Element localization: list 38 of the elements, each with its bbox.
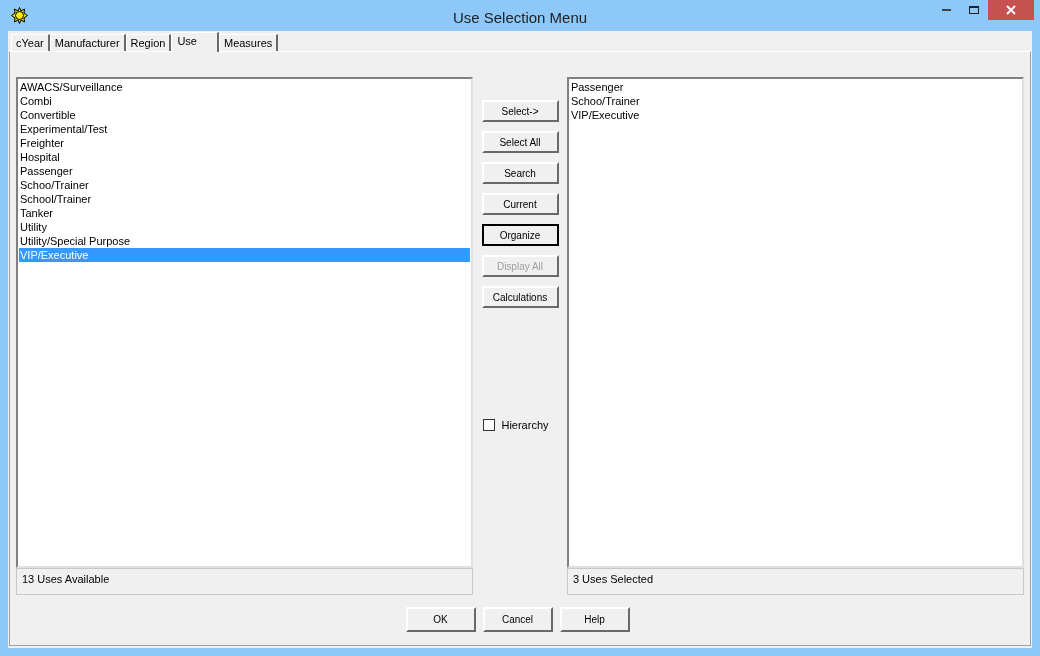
list-item[interactable]: Tanker [19, 206, 471, 220]
tab[interactable]: Measures [218, 34, 279, 51]
list-item[interactable]: Passenger [19, 164, 471, 178]
status-text: 3 Uses Selected [566, 568, 1024, 595]
action-button[interactable]: Calculations [481, 286, 559, 308]
list-item[interactable]: AWACS/Surveillance [19, 80, 471, 94]
list-item[interactable]: Experimental/Test [19, 122, 471, 136]
list-item[interactable]: Hospital [19, 150, 471, 164]
list-item[interactable]: School/Trainer [19, 192, 471, 206]
list-item[interactable]: Passenger [569, 80, 1021, 94]
action-button[interactable]: Select All [481, 131, 559, 153]
list-item[interactable]: Combi [19, 94, 471, 108]
sun-icon [11, 7, 28, 24]
list-item[interactable]: VIP/Executive [569, 108, 1021, 122]
close-button[interactable] [988, 0, 1034, 20]
list-item[interactable]: Utility/Special Purpose [19, 234, 471, 248]
list-item[interactable]: Freighter [19, 136, 471, 150]
list-item[interactable]: Schoo/Trainer [19, 178, 471, 192]
list-item[interactable]: Schoo/Trainer [569, 94, 1021, 108]
status-text: 13 Uses Available [16, 568, 474, 595]
tab[interactable]: cYear [11, 34, 50, 51]
list-item[interactable]: Convertible [19, 108, 471, 122]
dialog-button[interactable]: Help [559, 607, 630, 632]
action-button[interactable]: Search [481, 162, 559, 184]
hierarchy-checkbox[interactable] [483, 419, 496, 432]
available-list[interactable]: AWACS/Surveillance Combi Convertible Experimental/Test Freighter Hospital Passenger Schoo/Trainer School/Trainer Tanker Utility Utility/Special Purpose VIP/Executive [16, 77, 474, 568]
close-icon [1006, 5, 1016, 15]
tab[interactable]: Manufacturer [49, 34, 126, 51]
dialog-button[interactable]: Cancel [482, 607, 553, 632]
dialog-button[interactable]: OK [405, 607, 476, 632]
action-button[interactable]: Current [481, 193, 559, 215]
list-item[interactable]: Utility [19, 220, 471, 234]
window-title: Use Selection Menu [451, 8, 589, 28]
action-button[interactable]: Select-> [481, 100, 559, 122]
hierarchy-label: Hierarchy [501, 418, 549, 433]
tab[interactable]: Use [171, 32, 219, 52]
selected-list[interactable]: Passenger Schoo/Trainer VIP/Executive [566, 77, 1024, 568]
action-button[interactable]: Organize [481, 224, 559, 246]
